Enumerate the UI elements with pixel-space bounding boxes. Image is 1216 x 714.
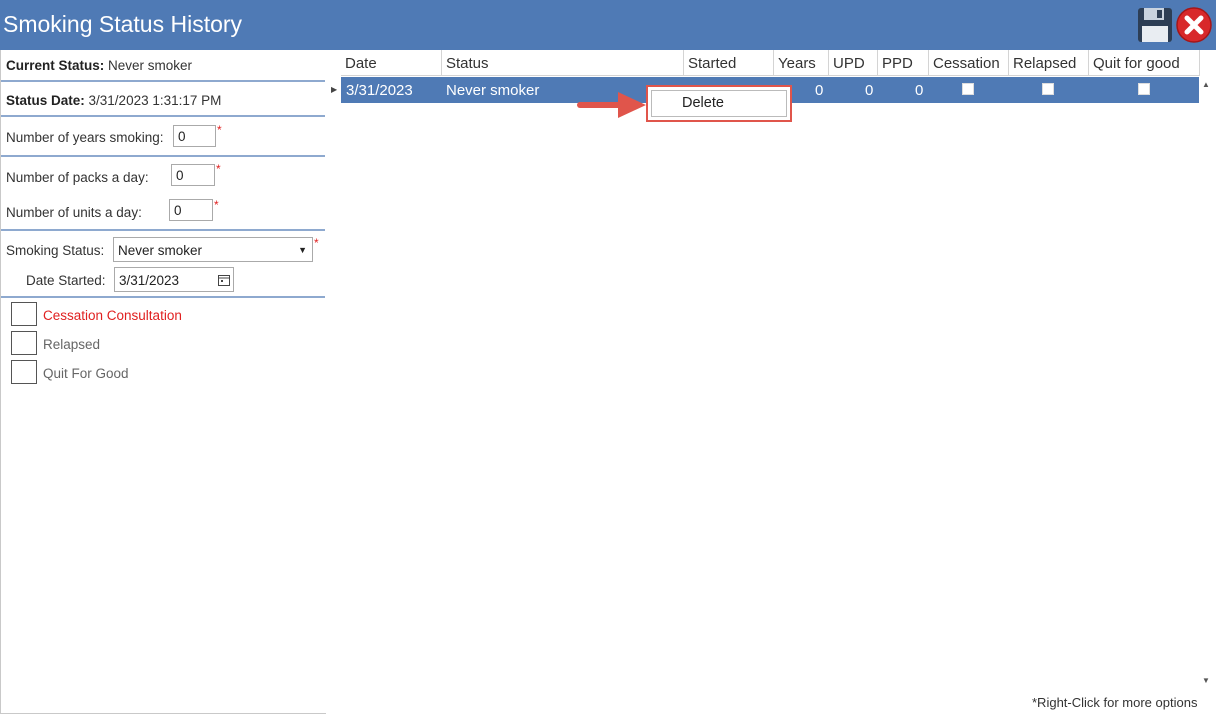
column-header-date[interactable]: Date [341,50,442,76]
column-header-years[interactable]: Years [774,50,829,76]
save-button[interactable] [1136,6,1174,44]
divider [1,115,325,117]
units-a-day-label: Number of units a day: [6,205,142,220]
smoking-details-panel [0,50,327,714]
smoking-status-dropdown[interactable]: Never smoker ▼ [113,237,313,262]
required-marker: * [214,198,219,212]
window-title: Smoking Status History [3,11,243,37]
packs-a-day-field[interactable]: 0 [171,164,215,186]
calendar-icon [218,275,230,286]
status-date-value: 3/31/2023 1:31:17 PM [88,93,222,108]
status-date: Status Date: 3/31/2023 1:31:17 PM [6,93,221,108]
relapsed-checkbox[interactable] [11,331,37,355]
column-header-status[interactable]: Status [442,50,684,76]
divider [1,80,325,82]
close-x-icon [1176,7,1212,43]
units-a-day-field[interactable]: 0 [169,199,213,221]
packs-a-day-label: Number of packs a day: [6,170,149,185]
column-header-cessation[interactable]: Cessation [929,50,1009,76]
cessation-consultation-checkbox[interactable] [11,302,37,326]
arrow-pointer-icon [577,92,646,118]
quit-for-good-label: Quit For Good [43,366,129,381]
divider [1,155,325,157]
footer-hint: *Right-Click for more options [1032,695,1198,710]
required-marker: * [314,236,319,250]
chevron-down-icon: ▼ [298,245,307,255]
cell-cessation-checkbox[interactable] [962,83,974,95]
title-bar: Smoking Status History [0,0,1216,50]
context-menu: Delete [646,85,792,122]
cessation-consultation-label: Cessation Consultation [43,308,182,323]
relapsed-label: Relapsed [43,337,101,352]
date-started-picker[interactable]: 3/31/2023 [114,267,234,292]
cell-upd: 0 [865,82,874,99]
scroll-up-icon[interactable]: ▲ [1202,80,1210,89]
context-menu-delete[interactable]: Delete [651,90,787,117]
column-header-quit-for-good[interactable]: Quit for good [1089,50,1200,76]
column-header-relapsed[interactable]: Relapsed [1009,50,1089,76]
cell-status: Never smoker [446,82,540,99]
smoking-status-label: Smoking Status: [6,243,105,258]
column-header-ppd[interactable]: PPD [878,50,929,76]
cell-relapsed-checkbox[interactable] [1042,83,1054,95]
row-indicator-icon: ▶ [331,85,338,94]
current-status-label: Current Status: [6,58,105,73]
status-date-label: Status Date: [6,93,85,108]
cell-years: 0 [815,82,824,99]
cell-date: 3/31/2023 [346,82,413,99]
date-started-label: Date Started: [26,273,106,288]
floppy-disk-icon [1138,8,1172,42]
scroll-down-icon[interactable]: ▼ [1202,676,1210,685]
date-started-value: 3/31/2023 [119,273,180,288]
column-header-started[interactable]: Started [684,50,774,76]
smoking-status-value: Never smoker [118,243,203,258]
divider [1,296,325,298]
divider [1,229,325,231]
cell-quit-for-good-checkbox[interactable] [1138,83,1150,95]
years-smoking-field[interactable]: 0 [173,125,216,147]
current-status: Current Status: Never smoker [6,58,192,73]
column-header-upd[interactable]: UPD [829,50,878,76]
current-status-value: Never smoker [108,58,193,73]
required-marker: * [217,123,222,137]
quit-for-good-checkbox[interactable] [11,360,37,384]
cell-ppd: 0 [915,82,924,99]
required-marker: * [216,162,221,176]
history-grid: Date Status Started Years UPD PPD Cessat… [326,50,1216,714]
years-smoking-label: Number of years smoking: [6,130,164,145]
close-button[interactable] [1176,7,1212,43]
